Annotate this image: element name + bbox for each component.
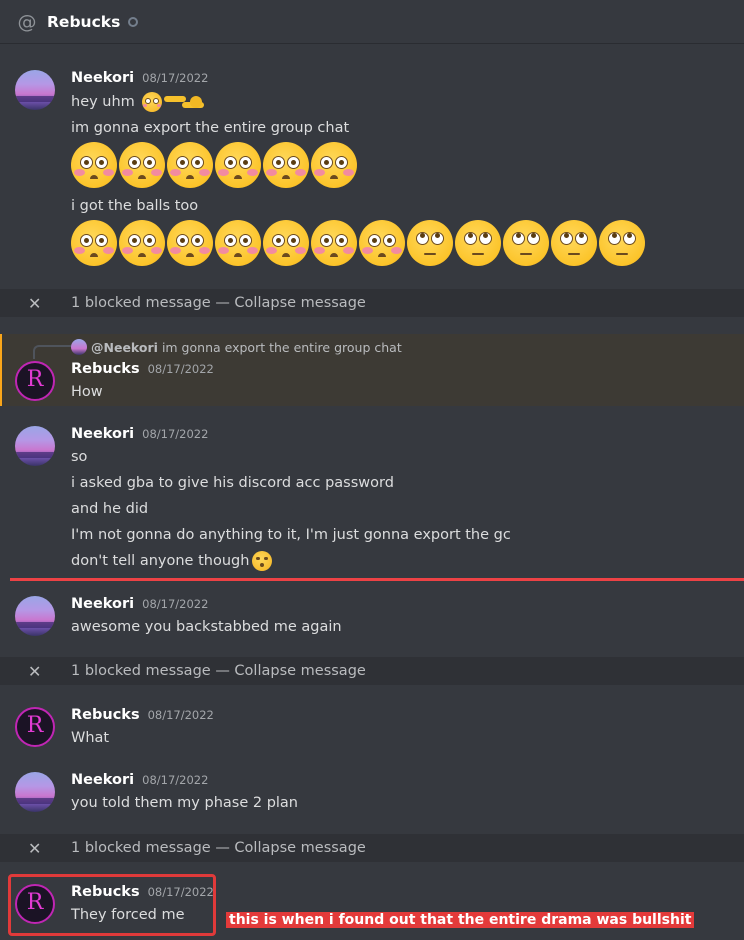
flushed-emoji-icon (311, 142, 357, 188)
message-text: How (71, 384, 103, 400)
annotation-highlight-box (8, 874, 216, 936)
channel-title: Rebucks (47, 12, 121, 31)
flushed-emoji-icon (142, 92, 163, 112)
message-text: don't tell anyone though (71, 551, 273, 571)
close-icon[interactable]: ✕ (28, 662, 41, 681)
message-text: What (71, 730, 110, 746)
eye-roll-emoji-icon (551, 220, 597, 266)
message-text: you told them my phase 2 plan (71, 795, 299, 811)
username[interactable]: Neekori (71, 772, 134, 788)
annotation-label: this is when i found out that the entire… (226, 912, 695, 928)
flushed-emoji-icon (215, 142, 261, 188)
reply-connector (33, 345, 71, 359)
avatar[interactable] (15, 596, 55, 636)
pointing-fingers-icon (164, 94, 206, 110)
eye-roll-emoji-icon (407, 220, 453, 266)
timestamp: 08/17/2022 (142, 597, 209, 611)
channel-header: @ Rebucks (0, 0, 744, 44)
flushed-emoji-icon (71, 220, 117, 266)
avatar (71, 339, 87, 355)
message-text: I'm not gonna do anything to it, I'm jus… (71, 527, 511, 543)
timestamp: 08/17/2022 (147, 708, 214, 722)
collapse-message-link[interactable]: Collapse message (234, 663, 365, 679)
flushed-emoji-icon (167, 142, 213, 188)
message-text: so (71, 449, 88, 465)
timestamp: 08/17/2022 (142, 71, 209, 85)
message-text: and he did (71, 501, 149, 517)
flushed-emoji-icon (359, 220, 405, 266)
eye-roll-emoji-icon (503, 220, 549, 266)
new-messages-divider (10, 578, 744, 581)
message-text: i asked gba to give his discord acc pass… (71, 475, 394, 491)
collapse-message-link[interactable]: Collapse message (234, 295, 365, 311)
hushed-emoji-icon (252, 551, 273, 571)
flushed-emoji-icon (263, 142, 309, 188)
flushed-emoji-icon (311, 220, 357, 266)
message-text: im gonna export the entire group chat (71, 120, 350, 136)
username[interactable]: Neekori (71, 596, 134, 612)
collapse-message-link[interactable]: Collapse message (234, 840, 365, 856)
flushed-emoji-icon (215, 220, 261, 266)
avatar[interactable] (15, 772, 55, 812)
message-text: awesome you backstabbed me again (71, 619, 342, 635)
at-icon: @ (17, 10, 37, 33)
timestamp: 08/17/2022 (142, 427, 209, 441)
emoji-row (71, 220, 645, 266)
eye-roll-emoji-icon (455, 220, 501, 266)
username[interactable]: Rebucks (71, 361, 140, 377)
avatar[interactable] (15, 70, 55, 110)
username[interactable]: Rebucks (71, 707, 140, 723)
flushed-emoji-icon (263, 220, 309, 266)
flushed-emoji-icon (71, 142, 117, 188)
message-feed: Neekori 08/17/2022 hey uhm im gonna expo… (0, 48, 744, 940)
flushed-emoji-icon (119, 220, 165, 266)
username[interactable]: Neekori (71, 426, 134, 442)
reply-reference[interactable]: @Neekori im gonna export the entire grou… (71, 339, 402, 355)
blocked-message-bar: ✕ 1 blocked message — Collapse message (0, 657, 744, 685)
blocked-message-bar: ✕ 1 blocked message — Collapse message (0, 289, 744, 317)
close-icon[interactable]: ✕ (28, 294, 41, 313)
eye-roll-emoji-icon (599, 220, 645, 266)
message-text: hey uhm (71, 92, 206, 112)
avatar[interactable]: R (15, 361, 55, 401)
message-text: i got the balls too (71, 198, 199, 214)
timestamp: 08/17/2022 (147, 362, 214, 376)
username[interactable]: Neekori (71, 70, 134, 86)
close-icon[interactable]: ✕ (28, 839, 41, 858)
flushed-emoji-icon (119, 142, 165, 188)
status-indicator-icon (128, 16, 139, 27)
flushed-emoji-icon (167, 220, 213, 266)
avatar[interactable]: R (15, 707, 55, 747)
timestamp: 08/17/2022 (142, 773, 209, 787)
blocked-message-bar: ✕ 1 blocked message — Collapse message (0, 834, 744, 862)
emoji-row (71, 142, 357, 188)
avatar[interactable] (15, 426, 55, 466)
